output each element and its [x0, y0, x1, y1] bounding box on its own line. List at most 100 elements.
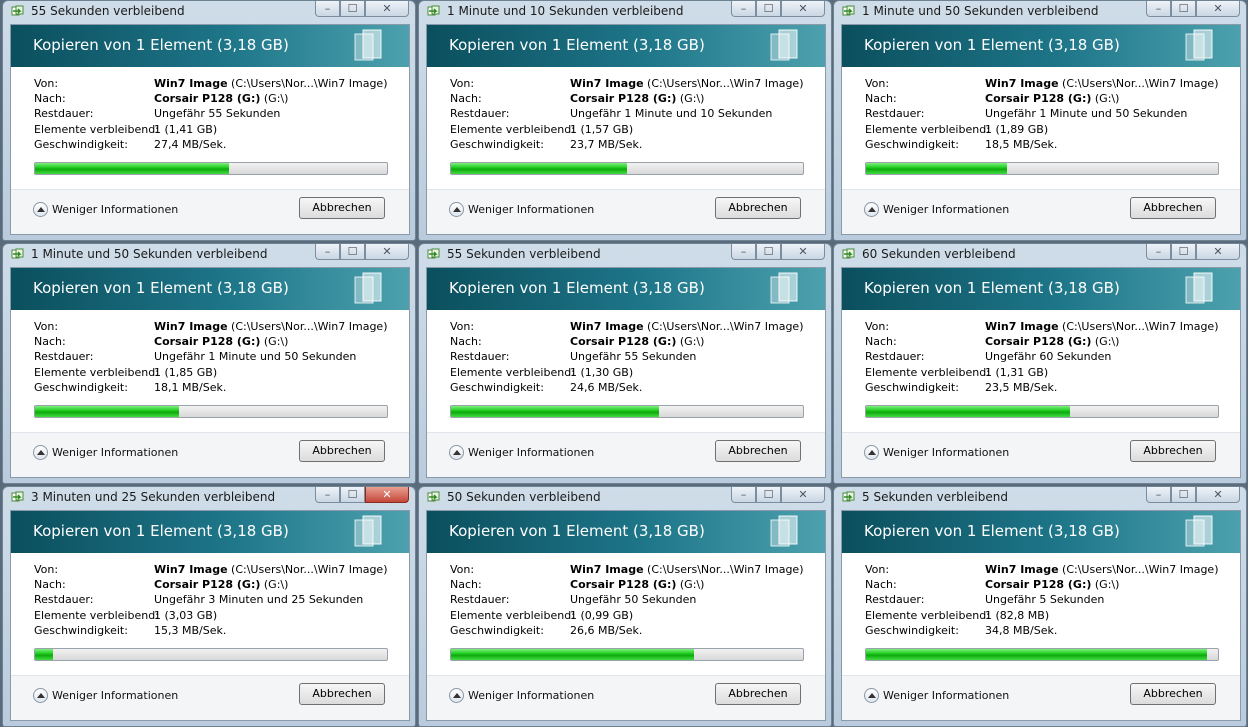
maximize-button[interactable]: ☐	[756, 1, 781, 17]
destination-name[interactable]: Corsair P128 (G:)	[570, 578, 676, 591]
maximize-button[interactable]: ☐	[1171, 487, 1196, 503]
close-button[interactable]: ✕	[365, 244, 409, 260]
source-name[interactable]: Win7 Image	[154, 77, 228, 90]
cancel-button[interactable]: Abbrechen	[299, 440, 385, 462]
source-path: (C:\Users\Nor...\Win7 Image)	[1062, 563, 1219, 576]
source-name[interactable]: Win7 Image	[570, 563, 644, 576]
maximize-button[interactable]: ☐	[756, 244, 781, 260]
maximize-button[interactable]: ☐	[1171, 1, 1196, 17]
minimize-button[interactable]: –	[731, 1, 756, 17]
source-name[interactable]: Win7 Image	[154, 320, 228, 333]
source-name[interactable]: Win7 Image	[985, 320, 1059, 333]
destination-name[interactable]: Corsair P128 (G:)	[154, 578, 260, 591]
title-bar[interactable]: 5 Sekunden verbleibend – ☐ ✕	[834, 487, 1246, 509]
less-info-toggle[interactable]: Weniger Informationen	[864, 202, 1009, 217]
less-info-toggle[interactable]: Weniger Informationen	[33, 445, 178, 460]
minimize-button[interactable]: –	[315, 244, 340, 260]
cancel-button[interactable]: Abbrechen	[715, 197, 801, 219]
less-info-toggle[interactable]: Weniger Informationen	[449, 445, 594, 460]
minimize-button[interactable]: –	[315, 487, 340, 503]
progress-fill	[35, 163, 229, 174]
caption-buttons: – ☐ ✕	[1146, 487, 1240, 504]
copy-icon	[11, 5, 24, 16]
source-name[interactable]: Win7 Image	[985, 563, 1059, 576]
cancel-button[interactable]: Abbrechen	[1130, 197, 1216, 219]
minimize-button[interactable]: –	[731, 487, 756, 503]
close-button[interactable]: ✕	[365, 1, 409, 17]
source-name[interactable]: Win7 Image	[570, 320, 644, 333]
to-value: Corsair P128 (G:) (G:\)	[154, 92, 288, 105]
minimize-button[interactable]: –	[1146, 1, 1171, 17]
cancel-button[interactable]: Abbrechen	[715, 440, 801, 462]
speed-value: 18,1 MB/Sek.	[154, 380, 227, 394]
less-info-label: Weniger Informationen	[468, 203, 595, 216]
to-value: Corsair P128 (G:) (G:\)	[570, 92, 704, 105]
to-label: Nach:	[34, 335, 66, 349]
destination-name[interactable]: Corsair P128 (G:)	[985, 335, 1091, 348]
close-button[interactable]: ✕	[1196, 244, 1240, 260]
from-value: Win7 Image (C:\Users\Nor...\Win7 Image)	[570, 77, 804, 90]
minimize-icon: –	[740, 488, 747, 501]
maximize-button[interactable]: ☐	[340, 487, 365, 503]
close-button[interactable]: ✕	[781, 244, 825, 260]
cancel-button[interactable]: Abbrechen	[715, 683, 801, 705]
items-remaining-label: Elemente verbleibend:	[865, 608, 990, 622]
title-bar[interactable]: 55 Sekunden verbleibend – ☐ ✕	[419, 244, 831, 266]
close-button[interactable]: ✕	[781, 1, 825, 17]
maximize-button[interactable]: ☐	[340, 244, 365, 260]
less-info-toggle[interactable]: Weniger Informationen	[449, 202, 594, 217]
from-label: Von:	[865, 77, 890, 90]
maximize-button[interactable]: ☐	[1171, 244, 1196, 260]
destination-name[interactable]: Corsair P128 (G:)	[985, 578, 1091, 591]
source-name[interactable]: Win7 Image	[985, 77, 1059, 90]
cancel-button[interactable]: Abbrechen	[299, 197, 385, 219]
close-button[interactable]: ✕	[781, 487, 825, 503]
destination-name[interactable]: Corsair P128 (G:)	[154, 335, 260, 348]
remaining-time-label: Restdauer:	[450, 350, 510, 364]
minimize-button[interactable]: –	[1146, 244, 1171, 260]
close-button[interactable]: ✕	[1196, 1, 1240, 17]
title-bar[interactable]: 1 Minute und 10 Sekunden verbleibend – ☐…	[419, 1, 831, 23]
destination-name[interactable]: Corsair P128 (G:)	[570, 335, 676, 348]
source-name[interactable]: Win7 Image	[154, 563, 228, 576]
speed-value: 15,3 MB/Sek.	[154, 623, 227, 637]
less-info-toggle[interactable]: Weniger Informationen	[33, 688, 178, 703]
less-info-toggle[interactable]: Weniger Informationen	[864, 688, 1009, 703]
maximize-button[interactable]: ☐	[340, 1, 365, 17]
less-info-toggle[interactable]: Weniger Informationen	[449, 688, 594, 703]
title-bar[interactable]: 60 Sekunden verbleibend – ☐ ✕	[834, 244, 1246, 266]
destination-name[interactable]: Corsair P128 (G:)	[570, 92, 676, 105]
from-label: Von:	[34, 563, 59, 576]
title-bar[interactable]: 1 Minute und 50 Sekunden verbleibend – ☐…	[3, 244, 415, 266]
minimize-button[interactable]: –	[731, 244, 756, 260]
less-info-toggle[interactable]: Weniger Informationen	[33, 202, 178, 217]
to-label: Nach:	[865, 578, 897, 592]
cancel-button[interactable]: Abbrechen	[1130, 440, 1216, 462]
close-button[interactable]: ✕	[1196, 487, 1240, 503]
destination-name[interactable]: Corsair P128 (G:)	[154, 92, 260, 105]
window-title: 1 Minute und 10 Sekunden verbleibend	[447, 4, 684, 18]
minimize-button[interactable]: –	[315, 1, 340, 17]
progress-fill	[451, 163, 627, 174]
less-info-toggle[interactable]: Weniger Informationen	[864, 445, 1009, 460]
maximize-button[interactable]: ☐	[756, 487, 781, 503]
cancel-button[interactable]: Abbrechen	[299, 683, 385, 705]
close-button[interactable]: ✕	[365, 487, 409, 503]
dialog-body: Kopieren von 1 Element (3,18 GB) Von: Wi…	[841, 267, 1241, 478]
document-icon	[1185, 272, 1213, 304]
title-bar[interactable]: 50 Sekunden verbleibend – ☐ ✕	[419, 487, 831, 509]
cancel-button[interactable]: Abbrechen	[1130, 683, 1216, 705]
source-name[interactable]: Win7 Image	[570, 77, 644, 90]
title-bar[interactable]: 55 Sekunden verbleibend – ☐ ✕	[3, 1, 415, 23]
items-remaining-label: Elemente verbleibend:	[34, 122, 159, 136]
destination-path: (G:\)	[679, 578, 705, 592]
maximize-icon: ☐	[1178, 2, 1189, 15]
title-bar[interactable]: 1 Minute und 50 Sekunden verbleibend – ☐…	[834, 1, 1246, 23]
to-value: Corsair P128 (G:) (G:\)	[985, 335, 1119, 348]
destination-path: (G:\)	[263, 578, 289, 592]
destination-name[interactable]: Corsair P128 (G:)	[985, 92, 1091, 105]
speed-label: Geschwindigkeit:	[34, 137, 128, 151]
minimize-button[interactable]: –	[1146, 487, 1171, 503]
remaining-time-label: Restdauer:	[865, 107, 925, 121]
title-bar[interactable]: 3 Minuten und 25 Sekunden verbleibend – …	[3, 487, 415, 509]
